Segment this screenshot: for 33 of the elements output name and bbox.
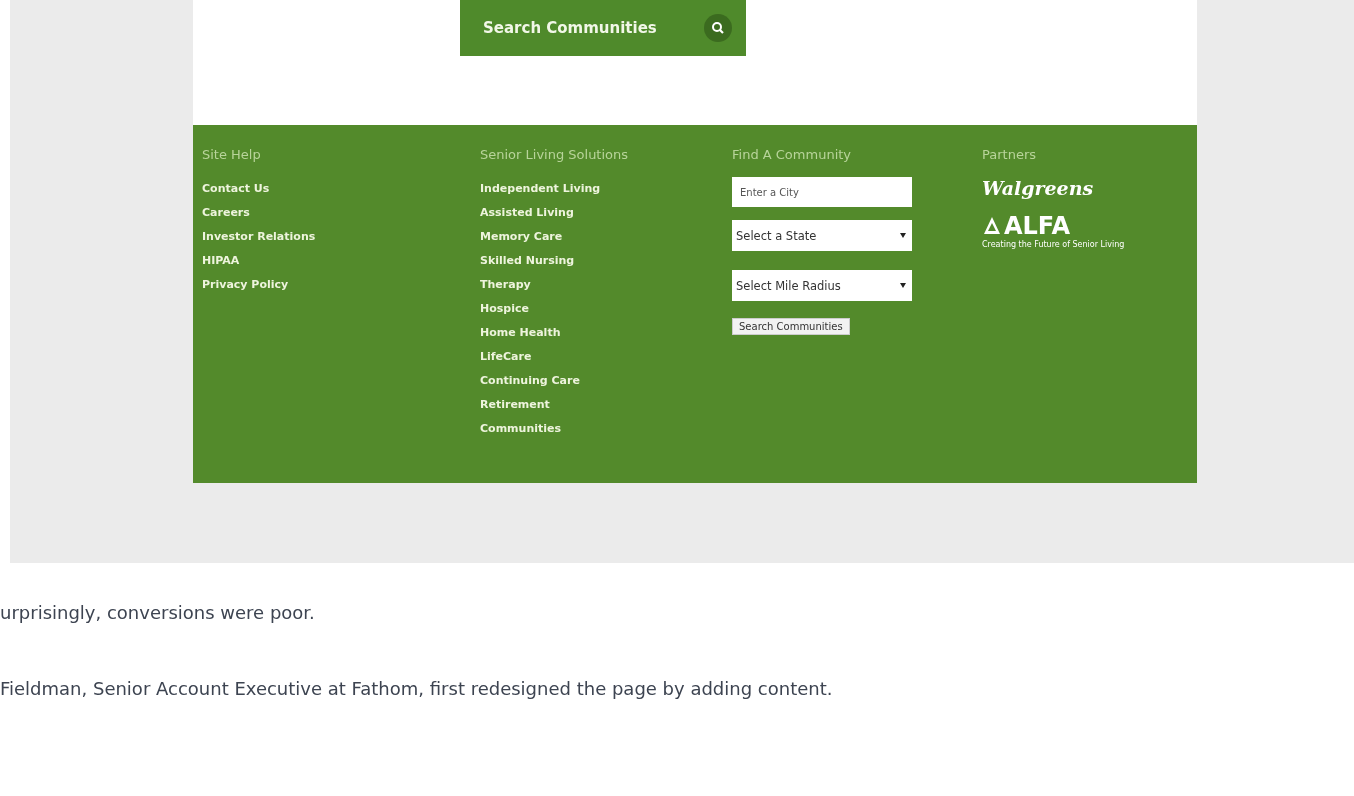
- column-heading: Partners: [982, 147, 1037, 163]
- footer-link[interactable]: Contact Us: [202, 177, 270, 201]
- column-heading: Site Help: [202, 147, 261, 163]
- state-select[interactable]: Select a State: [732, 220, 912, 251]
- logo-tagline: Creating the Future of Senior Living: [982, 240, 1125, 249]
- footer-link[interactable]: Skilled Nursing: [480, 249, 575, 273]
- caret-icon: [900, 233, 906, 238]
- footer-link[interactable]: Investor Relations: [202, 225, 316, 249]
- search-communities-button[interactable]: Search Communities: [460, 0, 746, 56]
- footer-link[interactable]: Continuing Care: [480, 369, 580, 393]
- footer-link[interactable]: Hospice: [480, 297, 529, 321]
- footer-link[interactable]: Communities: [480, 417, 562, 441]
- radius-select[interactable]: Select Mile Radius: [732, 270, 912, 301]
- footer-link[interactable]: Therapy: [480, 273, 531, 297]
- caret-icon: [900, 283, 906, 288]
- footer-link[interactable]: LifeCare: [480, 345, 532, 369]
- footer-link[interactable]: Independent Living: [480, 177, 601, 201]
- footer-link[interactable]: HIPAA: [202, 249, 240, 273]
- footer-link[interactable]: Privacy Policy: [202, 273, 289, 297]
- column-heading: Find A Community: [732, 147, 852, 163]
- search-communities-button[interactable]: Search Communities: [732, 318, 850, 335]
- search-icon: [704, 14, 732, 42]
- footer-link[interactable]: Retirement: [480, 393, 550, 417]
- city-field[interactable]: Enter a City: [732, 177, 912, 207]
- footer-link[interactable]: Careers: [202, 201, 250, 225]
- article-paragraph: Fieldman, Senior Account Executive at Fathom, first redesigned the page by adding content.: [0, 677, 834, 701]
- walgreens-logo[interactable]: Walgreens: [982, 177, 1094, 199]
- footer-link[interactable]: Assisted Living: [480, 201, 574, 225]
- footer-link[interactable]: Memory Care: [480, 225, 563, 249]
- footer-link[interactable]: Home Health: [480, 321, 561, 345]
- article-paragraph: urprisingly, conversions were poor.: [0, 601, 316, 625]
- column-heading: Senior Living Solutions: [480, 147, 629, 163]
- alfa-logo[interactable]: ALFA: [1004, 213, 1071, 239]
